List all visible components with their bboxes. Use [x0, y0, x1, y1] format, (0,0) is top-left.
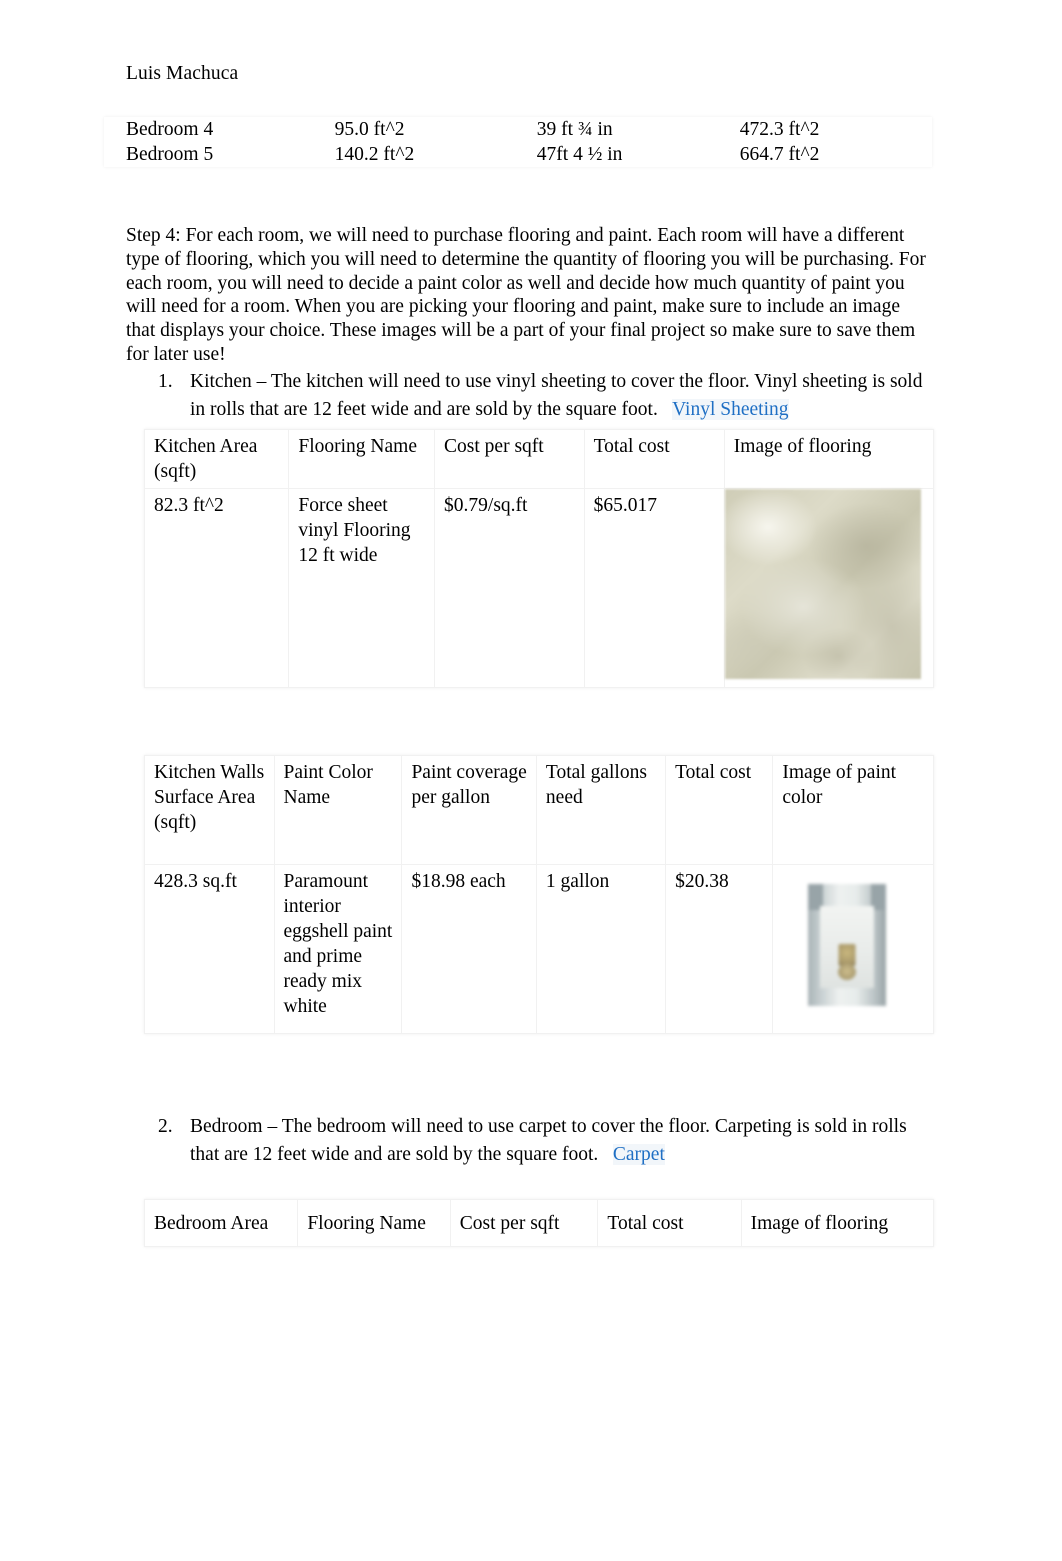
table-row: Bedroom 4 95.0 ft^2 39 ft ¾ in 472.3 ft^… — [104, 117, 932, 142]
table-row: 82.3 ft^2 Force sheet vinyl Flooring 12 … — [143, 488, 935, 688]
table-header-row: Kitchen Walls Surface Area (sqft) Paint … — [144, 755, 934, 865]
table-row: 428.3 sq.ft Paramount interior eggshell … — [144, 864, 934, 1034]
paint-can-badge — [837, 964, 856, 980]
room-area-cell: 140.2 ft^2 — [312, 142, 515, 167]
header-paint-coverage: Paint coverage per gallon — [401, 755, 537, 865]
room-perimeter-cell: 39 ft ¾ in — [514, 117, 718, 142]
header-paint-total-cost: Total cost — [665, 755, 774, 865]
carpet-link[interactable]: Carpet — [612, 1143, 665, 1165]
header-paint-color-name: Paint Color Name — [273, 755, 403, 865]
paint-can-label — [819, 906, 874, 988]
header-kitchen-area: Kitchen Area (sqft) — [143, 429, 290, 489]
bedroom-flooring-table: Bedroom Area Flooring Name Cost per sqft… — [143, 1199, 935, 1247]
kitchen-paint-table: Kitchen Walls Surface Area (sqft) Paint … — [144, 755, 934, 1034]
room-summary-table: Bedroom 4 95.0 ft^2 39 ft ¾ in 472.3 ft^… — [104, 117, 932, 167]
header-flooring-name: Flooring Name — [288, 429, 436, 489]
list-item-number: 1. — [158, 371, 173, 392]
list-item-kitchen: 1. Kitchen – The kitchen will need to us… — [158, 368, 948, 423]
header-cost-per-sqft: Cost per sqft — [434, 429, 585, 489]
author-name: Luis Machuca — [126, 63, 239, 84]
room-name-cell: Bedroom 4 — [104, 117, 313, 142]
list-item-number: 2. — [158, 1116, 173, 1137]
header-cost-per-sqft: Cost per sqft — [449, 1199, 599, 1247]
paint-can-color-swatch — [838, 944, 856, 966]
room-wall-area-cell: 664.7 ft^2 — [717, 142, 932, 167]
header-bedroom-area: Bedroom Area — [143, 1199, 299, 1247]
cell-kitchen-area: 82.3 ft^2 — [143, 488, 290, 688]
cell-flooring-name: Force sheet vinyl Flooring 12 ft wide — [288, 488, 436, 688]
list-item-text: Kitchen – The kitchen will need to use v… — [190, 368, 934, 423]
list-item-text: Bedroom – The bedroom will need to use c… — [190, 1113, 934, 1168]
bedroom-description: Bedroom – The bedroom will need to use c… — [190, 1116, 907, 1165]
table-header-row: Kitchen Area (sqft) Flooring Name Cost p… — [143, 429, 935, 489]
cell-total-gallons: 1 gallon — [535, 864, 667, 1034]
step4-paragraph: Step 4: For each room, we will need to p… — [126, 225, 926, 365]
room-perimeter-cell: 47ft 4 ½ in — [514, 142, 718, 167]
cell-paint-color-name: Paramount interior eggshell paint and pr… — [273, 864, 403, 1034]
room-area-cell: 95.0 ft^2 — [312, 117, 515, 142]
header-image-of-flooring: Image of flooring — [740, 1199, 935, 1247]
cell-cost-per-sqft: $0.79/sq.ft — [434, 488, 585, 688]
kitchen-flooring-table: Kitchen Area (sqft) Flooring Name Cost p… — [143, 429, 935, 688]
paint-can-image — [773, 865, 921, 1025]
header-total-cost: Total cost — [597, 1199, 742, 1247]
kitchen-description: Kitchen – The kitchen will need to use v… — [190, 371, 923, 420]
paint-can-graphic — [807, 884, 886, 1006]
header-image-of-paint-color: Image of paint color — [772, 755, 934, 865]
room-name-cell: Bedroom 5 — [104, 142, 313, 167]
header-total-cost: Total cost — [583, 429, 725, 489]
cell-flooring-image — [723, 488, 935, 688]
cell-paint-image — [772, 864, 934, 1034]
cell-total-cost: $65.017 — [583, 488, 725, 688]
header-wall-surface-area: Kitchen Walls Surface Area (sqft) — [144, 755, 275, 865]
document-page: Luis Machuca Bedroom 4 95.0 ft^2 39 ft ¾… — [0, 0, 1062, 1561]
cell-wall-surface-area: 428.3 sq.ft — [144, 864, 275, 1034]
room-wall-area-cell: 472.3 ft^2 — [717, 117, 932, 142]
cell-paint-coverage: $18.98 each — [401, 864, 537, 1034]
vinyl-flooring-image — [724, 489, 921, 679]
vinyl-sheeting-link[interactable]: Vinyl Sheeting — [672, 398, 789, 420]
header-image-of-flooring: Image of flooring — [723, 429, 935, 489]
header-total-gallons: Total gallons need — [535, 755, 667, 865]
cell-paint-total-cost: $20.38 — [665, 864, 774, 1034]
header-flooring-name: Flooring Name — [297, 1199, 451, 1247]
list-item-bedroom: 2. Bedroom – The bedroom will need to us… — [158, 1113, 948, 1168]
table-header-row: Bedroom Area Flooring Name Cost per sqft… — [143, 1199, 935, 1247]
table-row: Bedroom 5 140.2 ft^2 47ft 4 ½ in 664.7 f… — [104, 142, 932, 167]
